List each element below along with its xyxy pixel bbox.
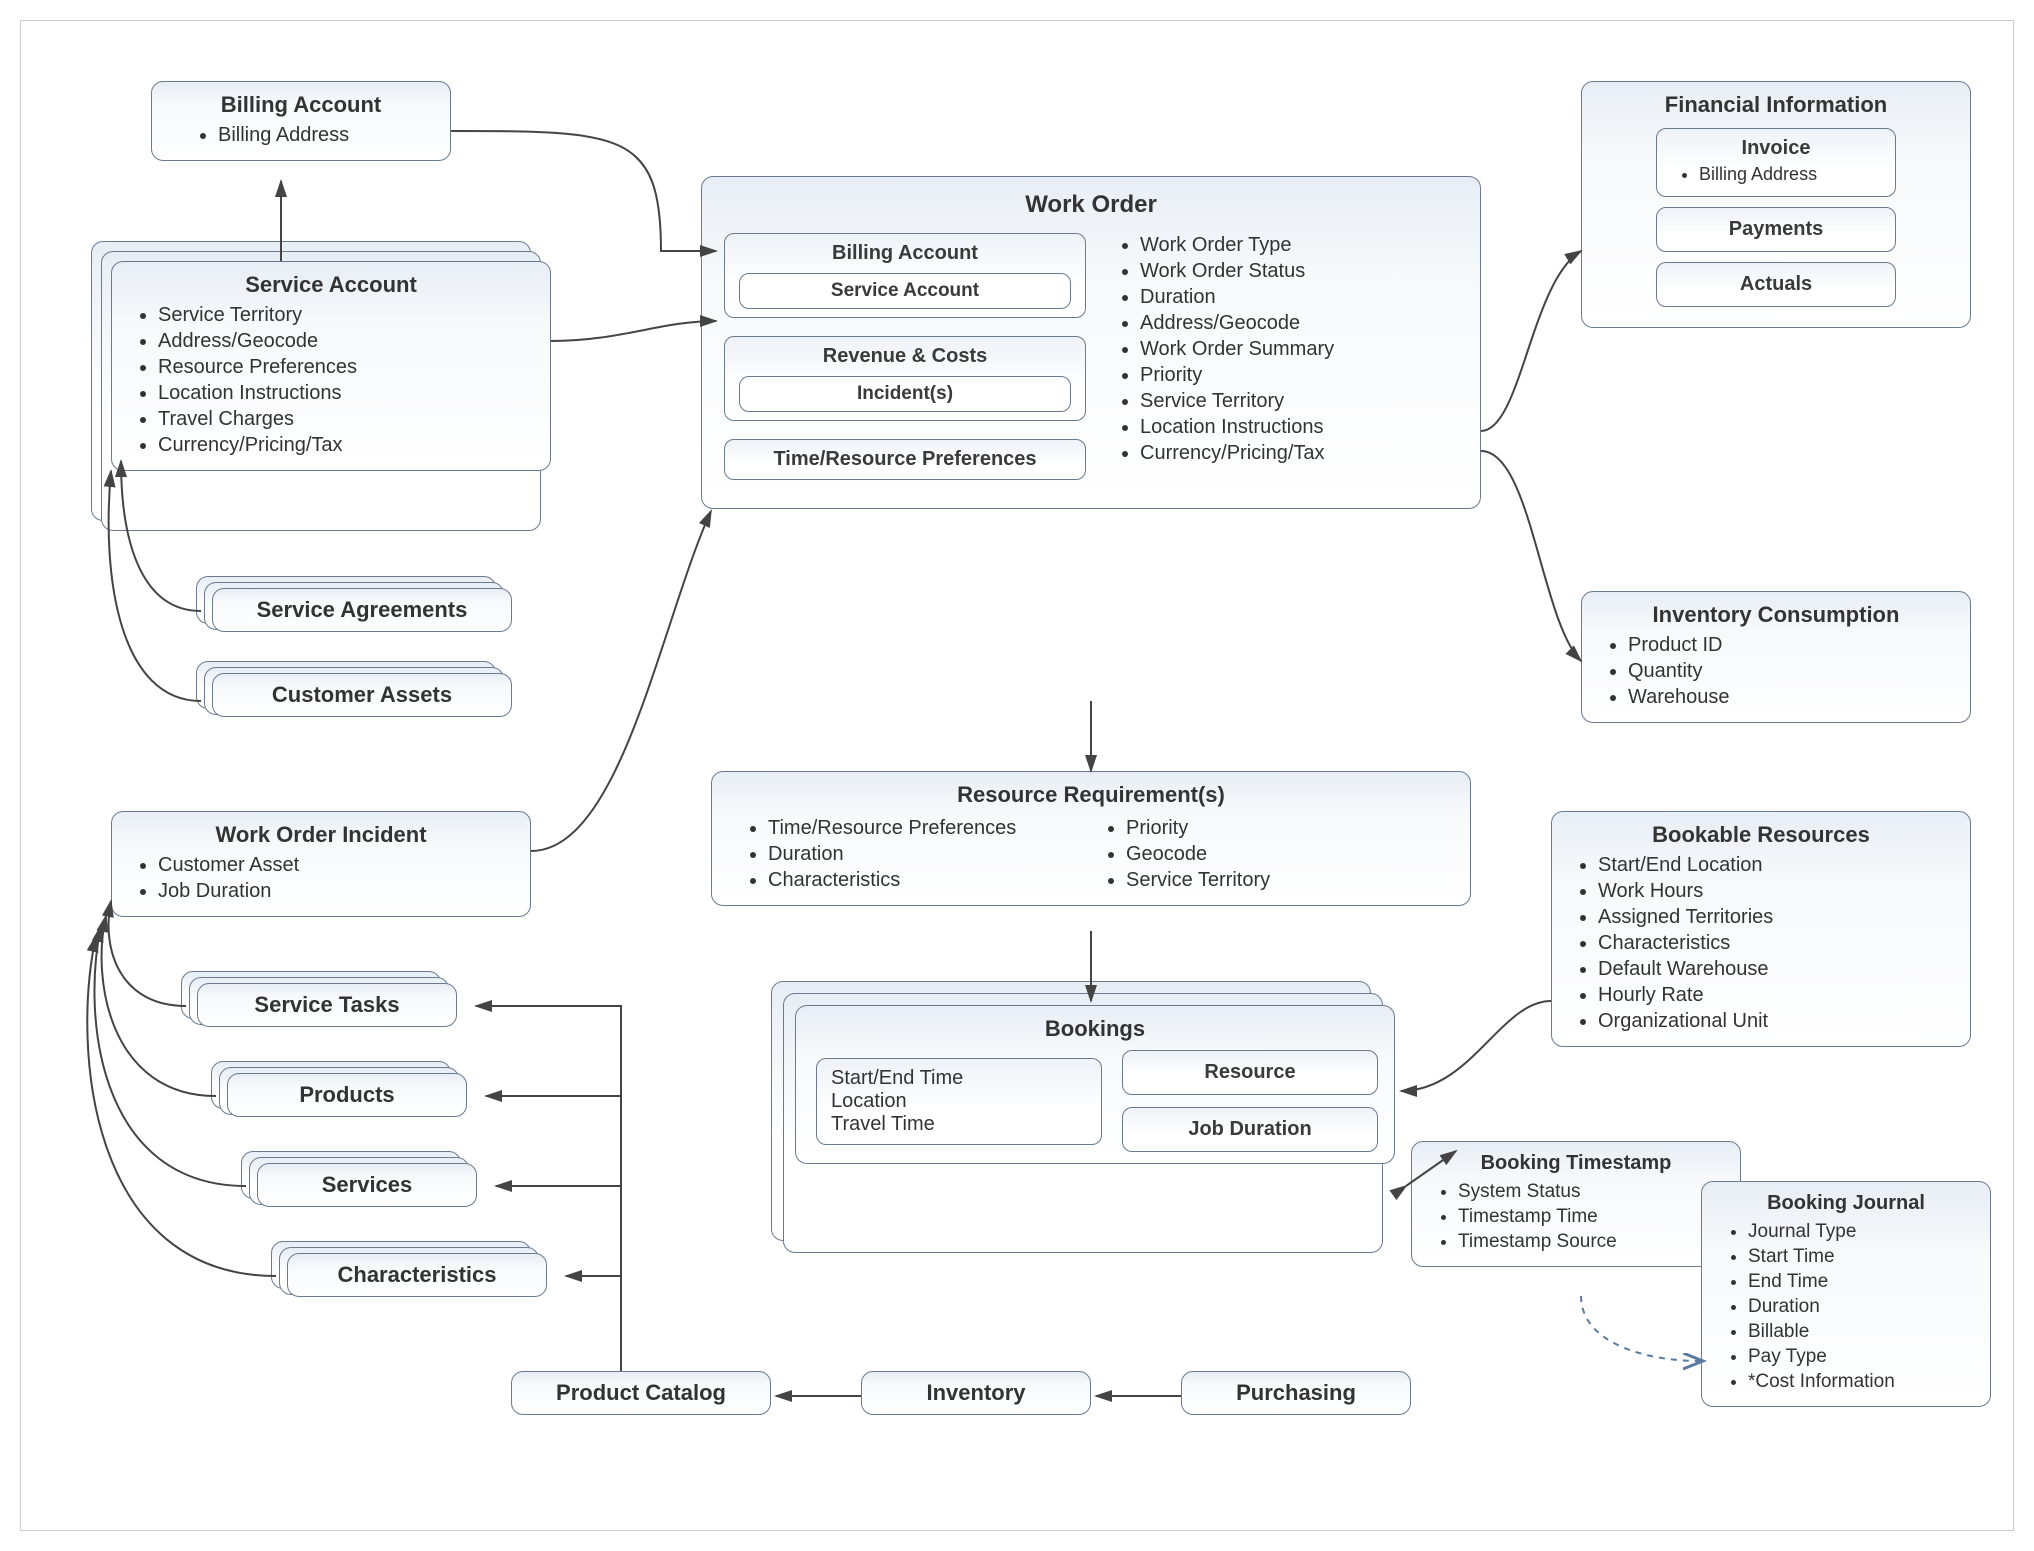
woi-title: Work Order Incident <box>128 822 514 848</box>
wo-revenue-costs: Revenue & Costs Incident(s) <box>724 336 1086 421</box>
resource-req-lists: Time/Resource Preferences Duration Chara… <box>728 814 1454 895</box>
work-order-title: Work Order <box>720 191 1462 219</box>
product-catalog-node: Product Catalog <box>511 1371 771 1415</box>
work-order-node: Work Order Billing Account Service Accou… <box>701 176 1481 509</box>
diagram-canvas: Billing Account Billing Address Service … <box>20 20 2014 1531</box>
billing-account-list: Billing Address <box>178 124 434 147</box>
financial-info-node: Financial Information Invoice Billing Ad… <box>1581 81 1971 328</box>
wo-time-resource: Time/Resource Preferences <box>724 439 1086 480</box>
bookable-resources-node: Bookable Resources Start/End Location Wo… <box>1551 811 1971 1047</box>
wo-billing-account: Billing Account Service Account <box>724 233 1086 318</box>
service-agreements-stack: Service Agreements <box>196 576 516 636</box>
actuals-node: Actuals <box>1656 262 1896 307</box>
bookable-resources-list: Start/End Location Work Hours Assigned T… <box>1578 854 1954 1033</box>
inventory-consumption-node: Inventory Consumption Product ID Quantit… <box>1581 591 1971 723</box>
service-account-stack: Service Account Service Territory Addres… <box>91 241 541 541</box>
wo-service-account: Service Account <box>739 273 1071 309</box>
woi-list: Customer Asset Job Duration <box>138 854 514 903</box>
work-order-incident-node: Work Order Incident Customer Asset Job D… <box>111 811 531 917</box>
resource-req-node: Resource Requirement(s) Time/Resource Pr… <box>711 771 1471 906</box>
payments-node: Payments <box>1656 207 1896 252</box>
financial-title: Financial Information <box>1598 92 1954 118</box>
service-account-list: Service Territory Address/Geocode Resour… <box>138 304 534 457</box>
work-order-attrs: Work Order Type Work Order Status Durati… <box>1120 231 1462 468</box>
invoice-node: Invoice Billing Address <box>1656 128 1896 197</box>
booking-journal-list: Journal Type Start Time End Time Duratio… <box>1728 1221 1974 1393</box>
bookings-job-duration: Job Duration <box>1122 1107 1378 1152</box>
bookings-stack: Bookings Start/End Time Location Travel … <box>771 981 1391 1261</box>
inventory-node: Inventory <box>861 1371 1091 1415</box>
customer-assets-stack: Customer Assets <box>196 661 516 721</box>
service-account-title: Service Account <box>128 272 534 298</box>
inv-cons-list: Product ID Quantity Warehouse <box>1608 634 1954 709</box>
billing-account-title: Billing Account <box>168 92 434 118</box>
booking-journal-node: Booking Journal Journal Type Start Time … <box>1701 1181 1991 1407</box>
booking-timestamp-node: Booking Timestamp System Status Timestam… <box>1411 1141 1741 1267</box>
inv-cons-title: Inventory Consumption <box>1598 602 1954 628</box>
service-agreements-title: Service Agreements <box>233 597 491 623</box>
bookings-resource: Resource <box>1122 1050 1378 1095</box>
bookings-details: Start/End Time Location Travel Time <box>816 1058 1102 1145</box>
customer-assets-title: Customer Assets <box>233 682 491 708</box>
purchasing-node: Purchasing <box>1181 1371 1411 1415</box>
booking-timestamp-list: System Status Timestamp Time Timestamp S… <box>1438 1181 1724 1253</box>
billing-account-node: Billing Account Billing Address <box>151 81 451 161</box>
wo-incidents: Incident(s) <box>739 376 1071 412</box>
